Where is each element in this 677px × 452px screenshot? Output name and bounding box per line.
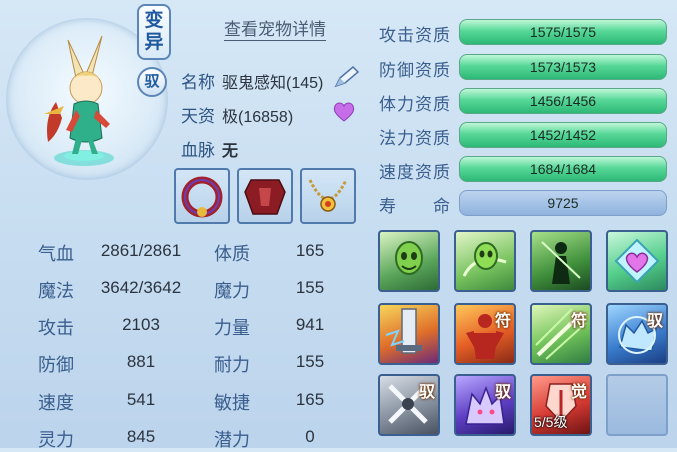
green-ghost-swirl-skill-icon [462, 242, 507, 277]
attack-label: 攻击 [38, 318, 74, 338]
mp-label: 魔法 [38, 281, 74, 301]
tamed-tag: 驭 [137, 67, 167, 97]
speed-label: 速度 [38, 393, 74, 413]
potential-value: 0 [305, 427, 315, 446]
green-ghost-skill-icon [395, 241, 423, 275]
defense-aptitude-label: 防御资质 [379, 61, 451, 80]
skill-slot-2[interactable] [454, 230, 516, 292]
spirit-label: 灵力 [38, 430, 74, 450]
skill-slot-3[interactable] [530, 230, 592, 292]
attack-aptitude-label: 攻击资质 [379, 26, 451, 45]
bloodline-label: 血脉 [181, 141, 215, 160]
tamed-badge: 驭 [494, 384, 511, 401]
tamed-badge: 驭 [418, 384, 435, 401]
green-shadow-skill-icon [541, 241, 581, 284]
stamina-aptitude-bar: 1456/1456 [459, 88, 667, 114]
variant-tag-char-2: 异 [144, 32, 164, 53]
variant-tag: 变 异 [137, 4, 171, 60]
skill-slot-11[interactable]: 觉 5/5级 [530, 374, 592, 436]
edit-name-icon[interactable] [331, 64, 361, 90]
magic-power-label: 魔力 [214, 281, 250, 301]
strength-label: 力量 [214, 318, 250, 338]
name-label: 名称 [181, 73, 215, 92]
sword-lightning-skill-icon [385, 308, 422, 354]
defense-aptitude-bar: 1573/1573 [459, 54, 667, 80]
lifespan-label-b: 命 [433, 197, 451, 216]
attack-aptitude-bar: 1575/1575 [459, 19, 667, 45]
skill-slot-7[interactable]: 符 [530, 303, 592, 365]
tamed-badge: 驭 [646, 313, 663, 330]
hp-label: 气血 [38, 244, 74, 264]
defense-value: 881 [126, 352, 156, 371]
talent-value: 极(16858) [222, 109, 294, 126]
speed-value: 541 [126, 390, 156, 409]
skill-slot-10[interactable]: 驭 [454, 374, 516, 436]
equip-slot-1[interactable] [174, 168, 230, 224]
constitution-value: 165 [295, 241, 325, 260]
bloodline-value: 无 [222, 143, 239, 160]
heart-shield-skill-icon [614, 238, 660, 284]
speed-aptitude-bar: 1684/1684 [459, 156, 667, 182]
awaken-badge: 觉 [570, 384, 587, 401]
talent-label: 天资 [181, 107, 215, 126]
lifespan-bar: 9725 [459, 190, 667, 216]
skill-slot-8[interactable]: 驭 [606, 303, 668, 365]
skill-slot-5[interactable] [378, 303, 440, 365]
mp-value: 3642/3642 [100, 278, 182, 297]
agility-label: 敏捷 [214, 393, 250, 413]
skill-slot-6[interactable]: 符 [454, 303, 516, 365]
lifespan-label-a: 寿 [379, 197, 397, 216]
empty-skill-slot[interactable] [606, 374, 668, 436]
attack-value: 2103 [122, 315, 160, 334]
hp-value: 2861/2861 [100, 241, 182, 260]
pet-detail-link[interactable]: 查看宠物详情 [224, 20, 326, 41]
skill-slot-1[interactable] [378, 230, 440, 292]
magic-aptitude-label: 法力资质 [379, 129, 451, 148]
endurance-label: 耐力 [214, 355, 250, 375]
agility-value: 165 [295, 390, 325, 409]
pet-name-value: 驱鬼感知(145) [222, 75, 324, 92]
equip-slot-3[interactable] [300, 168, 356, 224]
stamina-aptitude-label: 体力资质 [379, 95, 451, 114]
armor-red-icon [244, 179, 286, 215]
potential-label: 潜力 [214, 430, 250, 450]
constitution-label: 体质 [214, 244, 250, 264]
collar-red-icon [181, 176, 223, 218]
magic-aptitude-bar: 1452/1452 [459, 122, 667, 148]
strength-value: 941 [295, 315, 325, 334]
skill-level-text: 5/5级 [534, 414, 568, 430]
equip-slot-2[interactable] [237, 168, 293, 224]
defense-label: 防御 [38, 355, 74, 375]
magic-power-value: 155 [295, 278, 325, 297]
heart-icon[interactable] [331, 100, 357, 124]
endurance-value: 155 [295, 352, 325, 371]
rune-badge: 符 [494, 313, 511, 330]
necklace-gold-icon [308, 179, 348, 212]
spirit-value: 845 [126, 427, 156, 446]
rune-badge: 符 [570, 313, 587, 330]
variant-tag-char-1: 变 [144, 10, 164, 31]
speed-aptitude-label: 速度资质 [379, 163, 451, 182]
skill-slot-9[interactable]: 驭 [378, 374, 440, 436]
skill-slot-4[interactable] [606, 230, 668, 292]
